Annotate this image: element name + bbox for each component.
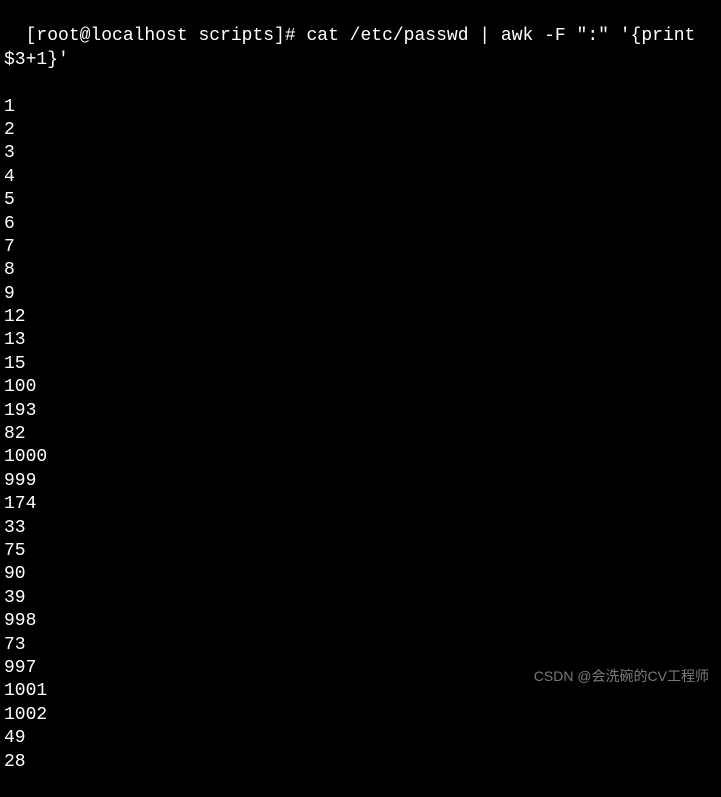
output-line: 12	[4, 306, 717, 329]
output-line: 49	[4, 727, 717, 750]
output-line: 8	[4, 259, 717, 282]
output-line: 998	[4, 610, 717, 633]
output-line: 28	[4, 751, 717, 774]
output-line: 100	[4, 376, 717, 399]
output-line: 1002	[4, 704, 717, 727]
output-line: 75	[4, 540, 717, 563]
output-line: 33	[4, 517, 717, 540]
output-line: 7	[4, 236, 717, 259]
output-line: 1000	[4, 446, 717, 469]
output-line: 174	[4, 493, 717, 516]
output-line: 39	[4, 587, 717, 610]
output-line: 90	[4, 563, 717, 586]
output-line: 13	[4, 329, 717, 352]
output-line: 4	[4, 166, 717, 189]
output-line: 15	[4, 353, 717, 376]
output-line: 73	[4, 634, 717, 657]
output-line: 2	[4, 119, 717, 142]
output-line: 5	[4, 189, 717, 212]
output-line: 1	[4, 96, 717, 119]
output-line: 3	[4, 142, 717, 165]
watermark-text: CSDN @会洗碗的CV工程师	[534, 667, 709, 685]
output-line: 193	[4, 400, 717, 423]
output-line: 82	[4, 423, 717, 446]
output-line: 999	[4, 470, 717, 493]
shell-prompt: [root@localhost scripts]#	[26, 26, 307, 46]
output-line: 6	[4, 213, 717, 236]
output-line: 9	[4, 283, 717, 306]
